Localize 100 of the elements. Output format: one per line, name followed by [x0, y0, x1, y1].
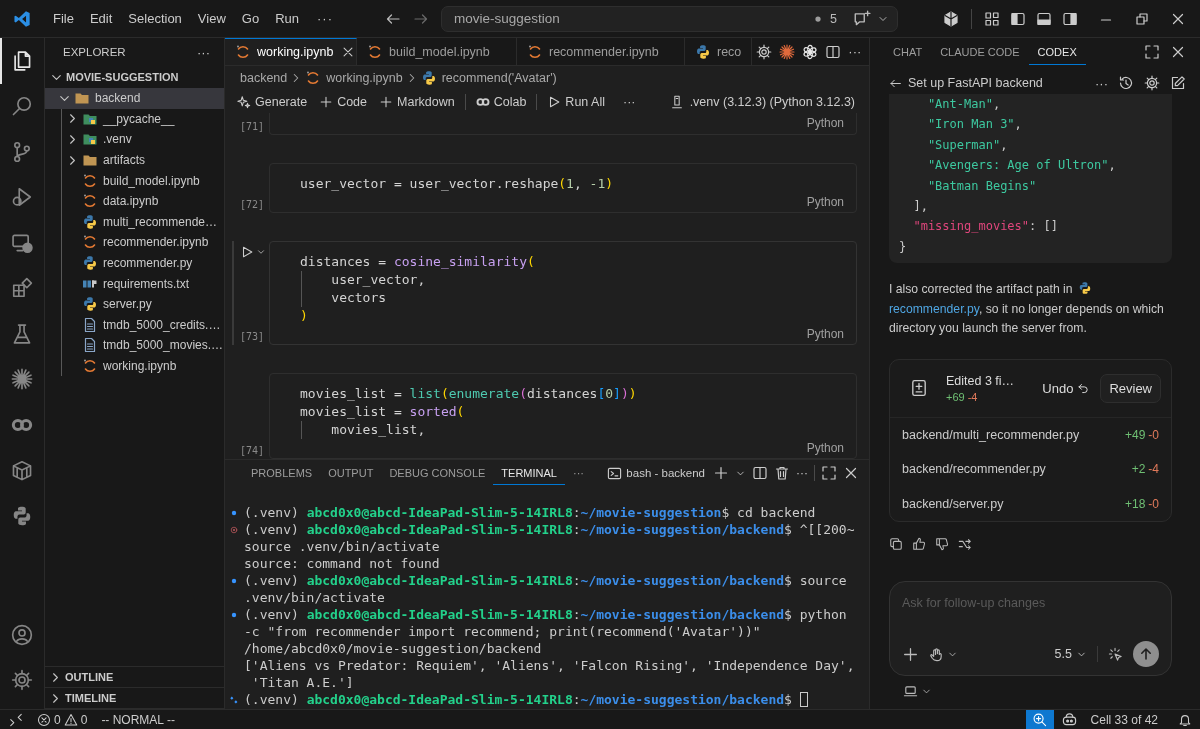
panel-tab[interactable]: CLAUDE CODE — [931, 39, 1029, 65]
panel-tab[interactable]: CHAT — [884, 39, 932, 65]
terminal-session[interactable]: bash - backend — [607, 465, 705, 481]
toolbar-button[interactable]: Code — [315, 94, 371, 109]
editor-tab[interactable]: reco — [685, 38, 753, 65]
tree-item[interactable]: recommender.ipynb — [62, 232, 224, 253]
box-icon[interactable] — [11, 459, 33, 482]
share-icon[interactable] — [958, 537, 972, 552]
trash-icon[interactable] — [774, 465, 790, 481]
menu-item[interactable]: Edit — [81, 8, 121, 29]
file-link[interactable]: backend/multi_recommender.py — [902, 427, 1080, 442]
flask-icon[interactable] — [11, 322, 33, 345]
zoom-button[interactable] — [1025, 710, 1054, 729]
review-button[interactable]: Review — [1100, 373, 1161, 403]
code-cell[interactable]: distances = cosine_similarity( user_vector, vectors ) Python — [269, 241, 857, 345]
panel-tab[interactable]: TERMINAL — [493, 461, 565, 485]
settings-icon[interactable] — [1144, 75, 1160, 91]
search-icon[interactable] — [11, 95, 33, 118]
message-input[interactable]: Ask for follow-up changes 5.5 — [889, 581, 1172, 677]
more-button[interactable]: ··· — [307, 8, 341, 29]
language-label[interactable]: Python — [806, 440, 844, 455]
source-control-icon[interactable] — [11, 140, 33, 163]
plus-icon[interactable] — [713, 465, 729, 481]
thumbs-up-icon[interactable] — [912, 537, 926, 552]
more-button[interactable]: ··· — [618, 94, 640, 109]
code-cell[interactable]: Python — [269, 113, 857, 135]
tree-item[interactable]: tmdb_5000_credits.… — [62, 314, 224, 336]
panel-tab[interactable]: PROBLEMS — [243, 461, 321, 485]
file-link[interactable]: backend/server.py — [902, 496, 1004, 511]
sidebar-toggle-icon[interactable] — [1062, 10, 1078, 27]
editor-tab[interactable]: working.ipynb — [225, 38, 357, 65]
editor-tab[interactable]: build_model.ipynb — [357, 38, 517, 65]
run-cell-icon[interactable] — [240, 245, 254, 259]
tree-item[interactable]: multi_recommende… — [62, 211, 224, 233]
kernel-picker[interactable]: .venv (3.12.3) (Python 3.12.3) — [669, 94, 855, 109]
extensions-icon[interactable] — [11, 277, 33, 300]
split-editor-icon[interactable] — [825, 43, 842, 60]
maximize-icon[interactable] — [821, 465, 837, 481]
code-cell[interactable]: movies_list = list(enumerate(distances[0])) movies_list = sorted( movies_list, Python — [269, 373, 857, 459]
remote-icon[interactable] — [9, 712, 23, 727]
more-button[interactable]: ··· — [1095, 75, 1108, 91]
menu-item[interactable]: Run — [267, 8, 307, 29]
hexagon-icon[interactable] — [943, 10, 959, 27]
editor-tab[interactable]: recommender.ipynb — [517, 38, 685, 65]
file-link[interactable]: recommender.py — [889, 301, 979, 316]
more-button[interactable]: ··· — [796, 466, 808, 480]
more-button[interactable]: ··· — [564, 461, 592, 485]
tree-item[interactable]: requirements.txt — [62, 273, 224, 294]
tree-item[interactable]: data.ipynb — [62, 190, 224, 212]
tree-item[interactable]: artifacts — [62, 149, 224, 171]
panel-tab[interactable]: DEBUG CONSOLE — [381, 461, 494, 485]
tree-item[interactable]: __pycache__ — [62, 108, 224, 130]
toolbar-button[interactable]: Markdown — [375, 94, 459, 109]
tree-item[interactable]: build_model.ipynb — [62, 170, 224, 191]
cell-position[interactable]: Cell 33 of 42 — [1090, 712, 1158, 727]
layout-icon[interactable] — [984, 10, 1000, 27]
toolbar-button[interactable]: Generate — [233, 94, 312, 109]
code-cell[interactable]: user_vector = user_vector.reshape(1, -1) Python — [269, 163, 857, 213]
menu-item[interactable]: View — [189, 8, 234, 29]
search-field[interactable]: movie-suggestion 5 — [441, 5, 898, 32]
thumbs-down-icon[interactable] — [935, 537, 949, 552]
tree-item[interactable]: server.py — [62, 293, 224, 315]
toolbar-button[interactable]: Run All — [543, 94, 609, 109]
sidebar-toggle-icon[interactable] — [1010, 10, 1026, 27]
undo-button[interactable]: Undo — [1042, 380, 1091, 396]
compose-icon[interactable] — [1170, 75, 1186, 91]
toolbar-button[interactable]: Colab — [471, 94, 531, 109]
python-icon[interactable] — [11, 504, 33, 527]
problems-status[interactable]: 0 0 — [37, 712, 88, 727]
settings-icon[interactable] — [11, 669, 33, 692]
history-icon[interactable] — [1118, 75, 1134, 91]
restore-icon[interactable] — [1134, 10, 1150, 27]
chat-icon[interactable] — [853, 9, 871, 28]
tree-item[interactable]: recommender.py — [62, 252, 224, 274]
chevron-icon[interactable] — [256, 247, 266, 257]
panel-toggle-icon[interactable] — [1036, 10, 1052, 27]
tree-item[interactable]: working.ipynb — [62, 355, 224, 377]
account-icon[interactable] — [11, 623, 33, 646]
breadcrumb-item[interactable]: working.ipynb — [305, 70, 403, 86]
copilot-icon[interactable] — [1061, 712, 1077, 727]
language-label[interactable]: Python — [806, 326, 844, 341]
copy-icon[interactable] — [889, 537, 903, 552]
more-button[interactable]: ··· — [197, 44, 210, 60]
panel-tab[interactable]: OUTPUT — [320, 461, 382, 485]
language-label[interactable]: Python — [806, 115, 844, 130]
send-button[interactable] — [1133, 641, 1159, 668]
file-link[interactable]: backend/recommender.py — [902, 462, 1046, 477]
settings-icon[interactable] — [756, 43, 773, 60]
menu-item[interactable]: Go — [233, 8, 268, 29]
plus-icon[interactable] — [902, 645, 919, 663]
breadcrumb-item[interactable]: backend — [240, 71, 288, 85]
breadcrumb-item[interactable]: recommend('Avatar') — [420, 70, 557, 86]
sparkle-burst-icon[interactable] — [779, 43, 796, 60]
bell-icon[interactable] — [1178, 712, 1192, 727]
files-icon[interactable] — [11, 49, 33, 72]
split-terminal-icon[interactable] — [752, 465, 768, 481]
language-label[interactable]: Python — [806, 194, 844, 209]
tree-item[interactable]: .venv — [62, 129, 224, 150]
close-icon[interactable] — [843, 465, 859, 481]
sparkle-burst-icon[interactable] — [11, 368, 33, 391]
